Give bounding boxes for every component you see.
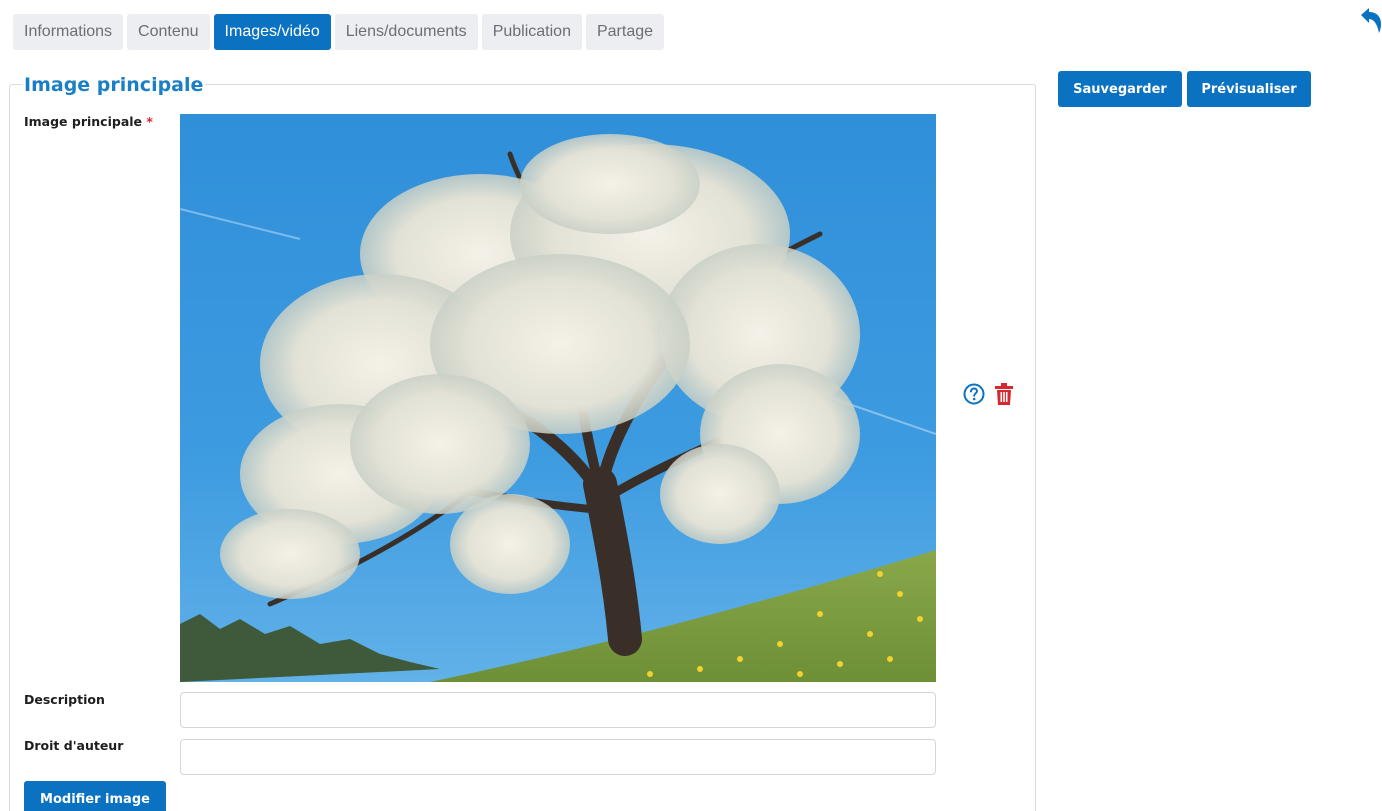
copyright-input[interactable] — [180, 739, 936, 775]
preview-button[interactable]: Prévisualiser — [1187, 71, 1311, 107]
image-field-label-text: Image principale — [24, 114, 143, 129]
section-legend: Image principale — [22, 72, 206, 98]
tab-informations[interactable]: Informations — [13, 14, 124, 50]
description-input[interactable] — [180, 692, 936, 728]
help-question-icon[interactable] — [963, 383, 985, 405]
undo-arrow-icon[interactable] — [1360, 6, 1382, 34]
tab-images-video[interactable]: Images/vidéo — [213, 14, 331, 50]
save-button[interactable]: Sauvegarder — [1058, 71, 1182, 107]
copyright-label: Droit d'auteur — [24, 738, 124, 753]
tab-publication[interactable]: Publication — [481, 14, 582, 50]
description-label: Description — [24, 692, 105, 707]
image-field-label: Image principale * — [24, 114, 153, 129]
tab-bar: Informations Contenu Images/vidéo Liens/… — [13, 14, 665, 50]
modify-image-button[interactable]: Modifier image — [24, 781, 166, 811]
required-marker: * — [146, 114, 153, 129]
delete-trash-icon[interactable] — [994, 382, 1014, 406]
tab-partage[interactable]: Partage — [585, 14, 665, 50]
tab-contenu[interactable]: Contenu — [127, 14, 210, 50]
tab-liens-documents[interactable]: Liens/documents — [334, 14, 478, 50]
main-image-preview — [180, 114, 936, 682]
